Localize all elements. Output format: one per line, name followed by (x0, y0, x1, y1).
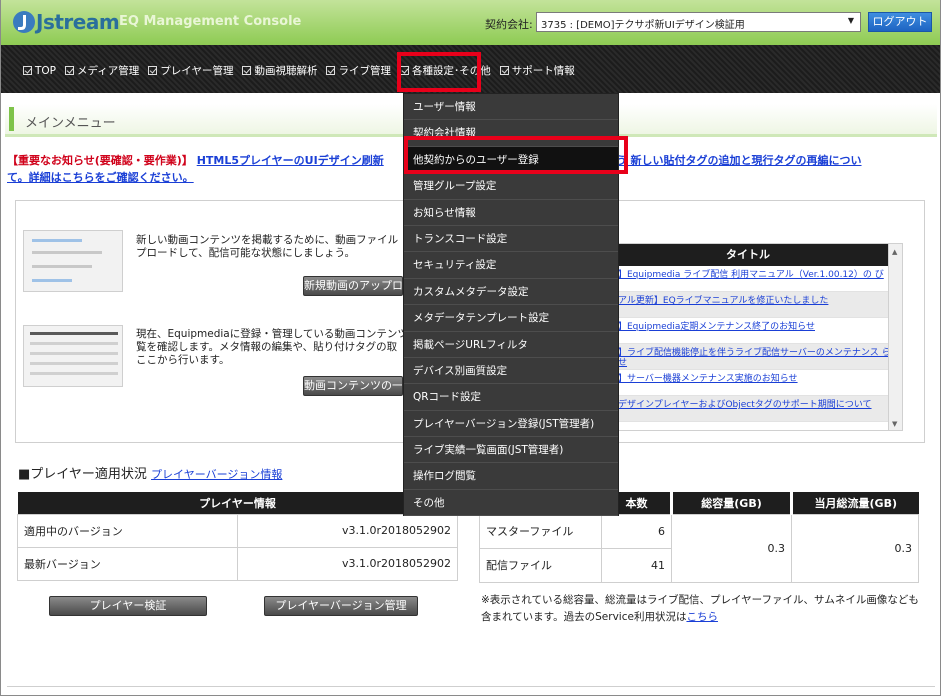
manage-description: 現在、Equipmediaに登録・管理している動画コンテンツ 覧を確認します。メ… (136, 328, 408, 366)
news-row[interactable]: 】Equipmedia ライブ配信 利用マニュアル（Ver.1.00.12）の … (594, 266, 902, 292)
news-table-header: タイトル (594, 244, 902, 266)
logout-button[interactable]: ログアウト (868, 12, 932, 32)
bottom-border (7, 686, 935, 687)
page-title: メインメニュー (25, 116, 116, 131)
menu-item-user-info[interactable]: ユーザー情報 (404, 94, 618, 121)
checkbox-icon (242, 66, 252, 75)
news-row[interactable]: 】ライブ配信機能停止を伴うライブ配信サーバーのメンテナンス らせ (594, 344, 902, 370)
nav-item-top[interactable]: TOP (23, 63, 56, 78)
scroll-up-icon[interactable]: ▲ (892, 248, 897, 256)
notice-link[interactable]: HTML5プレイヤーのUIデザイン刷新 (197, 154, 384, 167)
menu-item-group-settings[interactable]: 管理グループ設定 (404, 173, 618, 200)
menu-item-url-filter[interactable]: 掲載ページURLフィルタ (404, 332, 618, 358)
nav-item-live[interactable]: ライブ管理 (326, 63, 391, 78)
content-list-button[interactable]: 動画コンテンツの一 (303, 376, 403, 396)
checkbox-icon (65, 66, 75, 75)
menu-item-transcode[interactable]: トランスコード設定 (404, 226, 618, 253)
row-label: 適用中のバージョン (17, 513, 238, 548)
notice-link-details[interactable]: て。詳細はこちらをご確認ください。 (7, 171, 194, 184)
manage-thumbnail (23, 325, 123, 387)
highlight-box-settings-menu (397, 52, 481, 92)
delivery-file-count: 41 (601, 547, 672, 583)
menu-item-player-version-register[interactable]: プレイヤーバージョン登録(JST管理者) (404, 411, 618, 438)
row-label: 最新バージョン (17, 546, 238, 581)
jstream-logo-icon (13, 11, 35, 33)
dropdown-arrow-icon: ▼ (847, 16, 854, 25)
news-row[interactable]: 】Equipmedia定期メンテナンス終了のお知らせ (594, 318, 902, 344)
notice-link-cont[interactable]: に伴う 新しい貼付タグの追加と現行タグの再編につい (594, 154, 862, 167)
player-verify-button[interactable]: プレイヤー検証 (49, 596, 207, 616)
nav-item-label: 動画視聴解析 (254, 65, 318, 77)
news-table: タイトル 】Equipmedia ライブ配信 利用マニュアル（Ver.1.00.… (593, 243, 903, 431)
traffic-value: 0.3 (791, 513, 919, 583)
menu-item-live-history[interactable]: ライブ実績一覧画面(JST管理者) (404, 437, 618, 464)
player-version-info-link[interactable]: プレイヤーバージョン情報 (151, 468, 282, 481)
capacity-value: 0.3 (671, 513, 792, 583)
nav-item-support[interactable]: サポート情報 (499, 63, 575, 78)
table-row: 適用中のバージョン v3.1.0r2018052902 (17, 513, 458, 548)
checkbox-icon (326, 66, 336, 75)
player-status-heading: ■プレイヤー適用状況 (18, 467, 147, 482)
notice-label: 【重要なお知らせ(要確認・要作業)】 (7, 154, 193, 167)
title-accent (9, 107, 14, 131)
checkbox-icon (148, 66, 158, 75)
contract-label: 契約会社: (485, 18, 533, 31)
checkbox-icon (23, 66, 32, 75)
upload-description: 新しい動画コンテンツを掲載するために、動画ファイル プロードして、配信可能な状態… (136, 234, 399, 259)
nav-item-player[interactable]: プレイヤー管理 (148, 63, 233, 78)
menu-item-metadata-template[interactable]: メタデータテンプレート設定 (404, 305, 618, 332)
contract-select-value: 3735 : [DEMO]テクサポ新UIデザイン検証用 (541, 20, 745, 31)
brand-name: Jstream (36, 10, 120, 34)
nav-item-label: ライブ管理 (338, 65, 391, 77)
console-title: EQ Management Console (119, 14, 302, 29)
news-scrollbar[interactable]: ▲ ▼ (888, 244, 902, 430)
news-row[interactable]: アル更新】EQライブマニュアルを修正いたしました (594, 292, 902, 318)
checkbox-icon (499, 66, 509, 75)
player-info-header: プレイヤー情報 (17, 492, 458, 514)
jstream-logo[interactable]: Jstream (13, 8, 120, 36)
player-info-table: プレイヤー情報 適用中のバージョン v3.1.0r2018052902 最新バー… (17, 492, 458, 581)
menu-item-security[interactable]: セキュリティ設定 (404, 252, 618, 279)
contract-select[interactable]: 3735 : [DEMO]テクサポ新UIデザイン検証用 ▼ (536, 12, 861, 32)
menu-item-notices[interactable]: お知らせ情報 (404, 200, 618, 226)
past-usage-link[interactable]: こちら (686, 611, 718, 623)
nav-item-analytics[interactable]: 動画視聴解析 (242, 63, 317, 78)
nav-item-media[interactable]: メディア管理 (65, 63, 139, 78)
table-row: 最新バージョン v3.1.0r2018052902 (17, 546, 458, 581)
player-status-title: ■プレイヤー適用状況 プレイヤーバージョン情報 (18, 463, 282, 482)
row-value: v3.1.0r2018052902 (237, 513, 458, 548)
master-file-label: マスターファイル (479, 513, 602, 549)
app-window: Jstream EQ Management Console 契約会社: 3735… (0, 0, 941, 696)
news-row[interactable]: デザインプレイヤーおよびObjectタグのサポート期間について (594, 396, 902, 422)
col-capacity-header: 総容量(GB) (670, 492, 792, 514)
menu-item-other[interactable]: その他 (404, 490, 618, 517)
menu-item-device-quality[interactable]: デバイス別画質設定 (404, 358, 618, 385)
col-traffic-header: 当月総流量(GB) (790, 492, 919, 514)
new-upload-button[interactable]: 新規動画のアップロ (303, 276, 403, 296)
menu-item-custom-metadata[interactable]: カスタムメタデータ設定 (404, 279, 618, 306)
nav-item-label: プレイヤー管理 (160, 65, 234, 77)
scroll-down-icon[interactable]: ▼ (892, 420, 897, 428)
nav-item-label: メディア管理 (77, 65, 140, 77)
upload-thumbnail (23, 230, 123, 292)
highlight-box-cross-contract-user (404, 136, 628, 174)
nav-item-label: TOP (35, 64, 57, 77)
storage-note: ※表示されている総容量、総流量はライブ配信、プレイヤーファイル、サムネイル画像な… (481, 592, 921, 626)
nav-item-label: サポート情報 (511, 65, 575, 77)
news-row[interactable]: 】サーバー機器メンテナンス実施のお知らせ (594, 370, 902, 396)
delivery-file-label: 配信ファイル (479, 547, 602, 583)
menu-item-operation-log[interactable]: 操作ログ閲覧 (404, 463, 618, 490)
player-version-manage-button[interactable]: プレイヤーバージョン管理 (264, 596, 418, 616)
row-value: v3.1.0r2018052902 (237, 546, 458, 581)
master-file-count: 6 (601, 513, 672, 549)
header-bar: Jstream EQ Management Console 契約会社: 3735… (1, 0, 940, 45)
menu-item-qr-code[interactable]: QRコード設定 (404, 384, 618, 411)
